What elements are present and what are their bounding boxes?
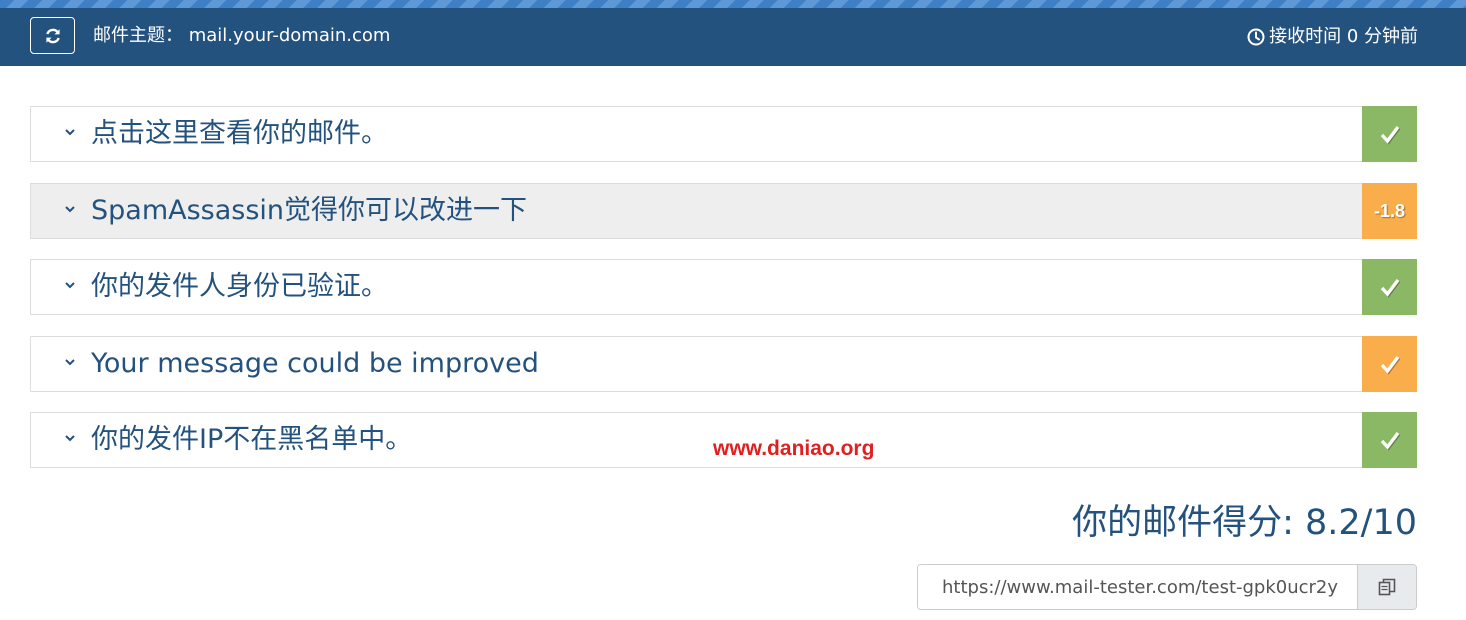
spam-score: -1.8 [1373,200,1406,221]
status-badge: -1.8 [1362,183,1417,239]
subject-value: mail.your-domain.com [188,25,391,46]
status-badge [1362,259,1417,315]
panel-title: Your message could be improved [91,348,539,379]
clock-icon [1247,28,1265,46]
panel-title: 你的发件IP不在黑名单中。 [91,424,413,455]
share-url-input[interactable] [918,565,1357,609]
subject: 邮件主题： mail.your-domain.com [93,8,390,66]
result-panel-sender-verified[interactable]: 你的发件人身份已验证。 [30,259,1417,315]
received-text: 接收时间 0 分钟前 [1269,26,1418,47]
received-time: 接收时间 0 分钟前 [1247,8,1418,66]
panel-title: SpamAssassin觉得你可以改进一下 [91,195,528,226]
chevron-down-icon [65,129,75,136]
copy-icon [1378,578,1396,596]
status-badge [1362,412,1417,468]
top-stripe [0,0,1466,8]
checkmark-icon [1380,355,1400,375]
result-panel-view-email[interactable]: 点击这里查看你的邮件。 [30,106,1417,162]
header-bar: 邮件主题： mail.your-domain.com 接收时间 0 分钟前 [0,8,1466,66]
subject-label: 邮件主题： [93,25,183,46]
watermark-text: www.daniao.org [713,437,875,460]
status-badge [1362,336,1417,392]
chevron-down-icon [65,435,75,442]
refresh-button[interactable] [30,17,75,54]
chevron-down-icon [65,282,75,289]
result-panel-message-improved[interactable]: Your message could be improved [30,336,1417,392]
panel-title: 你的发件人身份已验证。 [91,271,388,302]
result-panel-spamassassin[interactable]: SpamAssassin觉得你可以改进一下 -1.8 [30,183,1417,239]
checkmark-icon [1380,431,1400,451]
panel-title: 点击这里查看你的邮件。 [91,118,388,149]
status-badge [1362,106,1417,162]
chevron-down-icon [65,206,75,213]
copy-url-button[interactable] [1357,565,1416,609]
checkmark-icon [1380,278,1400,298]
share-url-group [917,564,1417,610]
checkmark-icon [1380,125,1400,145]
chevron-down-icon [65,359,75,366]
refresh-icon [45,28,60,43]
final-score: 你的邮件得分: 8.2/10 [1072,503,1417,543]
